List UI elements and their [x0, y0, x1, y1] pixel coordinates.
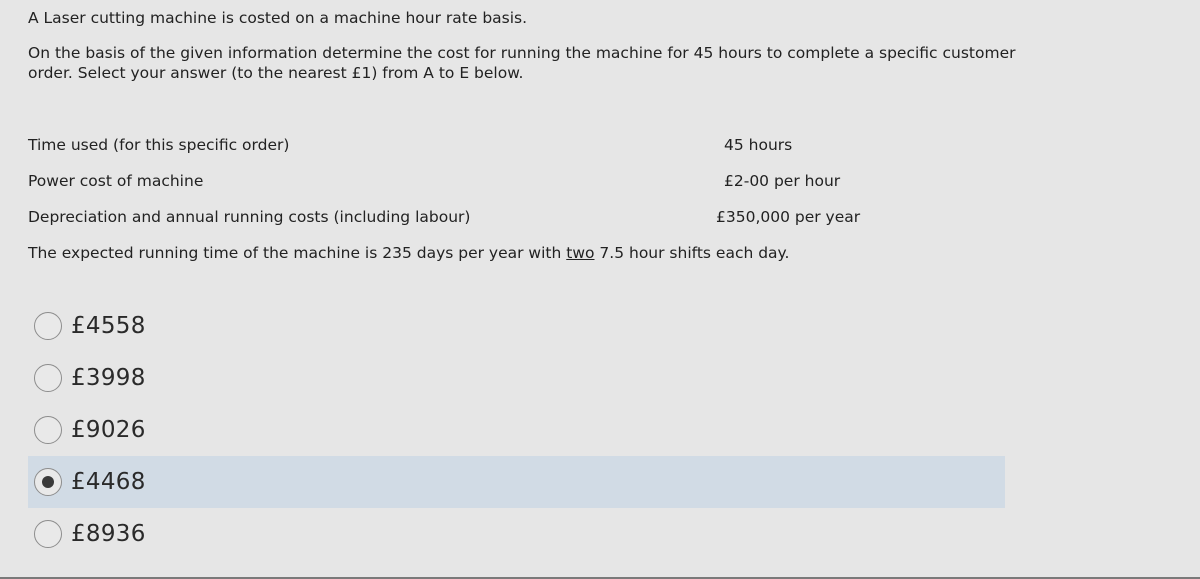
- radio-button[interactable]: [34, 416, 62, 444]
- question-instruction: On the basis of the given information de…: [28, 44, 1016, 82]
- note-text-before: The expected running time of the machine…: [28, 244, 567, 262]
- answer-option-label: £8936: [71, 521, 146, 547]
- note-underlined-word: two: [566, 244, 595, 262]
- info-value: £350,000 per year: [716, 208, 861, 226]
- note-text-after: 7.5 hour shifts each day.: [594, 244, 790, 262]
- info-row-depreciation: Depreciation and annual running costs (i…: [28, 206, 1028, 228]
- answer-option-a[interactable]: £4558: [28, 300, 1005, 352]
- info-row-power-cost: Power cost of machine £2-00 per hour: [28, 170, 1028, 192]
- radio-button[interactable]: [34, 312, 62, 340]
- info-value: 45 hours: [724, 136, 793, 154]
- answer-option-c[interactable]: £9026: [28, 404, 1005, 456]
- answer-option-label: £4468: [71, 469, 146, 495]
- info-value: £2-00 per hour: [724, 172, 841, 190]
- question-intro: A Laser cutting machine is costed on a m…: [28, 8, 1028, 83]
- answer-option-e[interactable]: £8936: [28, 508, 1005, 560]
- running-time-note: The expected running time of the machine…: [28, 242, 789, 264]
- answer-options: £4558 £3998 £9026 £4468 £8936: [28, 300, 1005, 560]
- info-label: Time used (for this specific order): [28, 136, 290, 154]
- info-label: Depreciation and annual running costs (i…: [28, 208, 471, 226]
- info-row-time-used: Time used (for this specific order) 45 h…: [28, 134, 1028, 156]
- radio-selected-dot: [42, 476, 54, 488]
- radio-button[interactable]: [34, 520, 62, 548]
- question-intro-line1: A Laser cutting machine is costed on a m…: [28, 9, 528, 27]
- answer-option-label: £9026: [71, 417, 146, 443]
- answer-option-label: £4558: [71, 313, 146, 339]
- radio-button[interactable]: [34, 468, 62, 496]
- answer-option-b[interactable]: £3998: [28, 352, 1005, 404]
- answer-option-d[interactable]: £4468: [28, 456, 1005, 508]
- radio-button[interactable]: [34, 364, 62, 392]
- answer-option-label: £3998: [71, 365, 146, 391]
- info-label: Power cost of machine: [28, 172, 204, 190]
